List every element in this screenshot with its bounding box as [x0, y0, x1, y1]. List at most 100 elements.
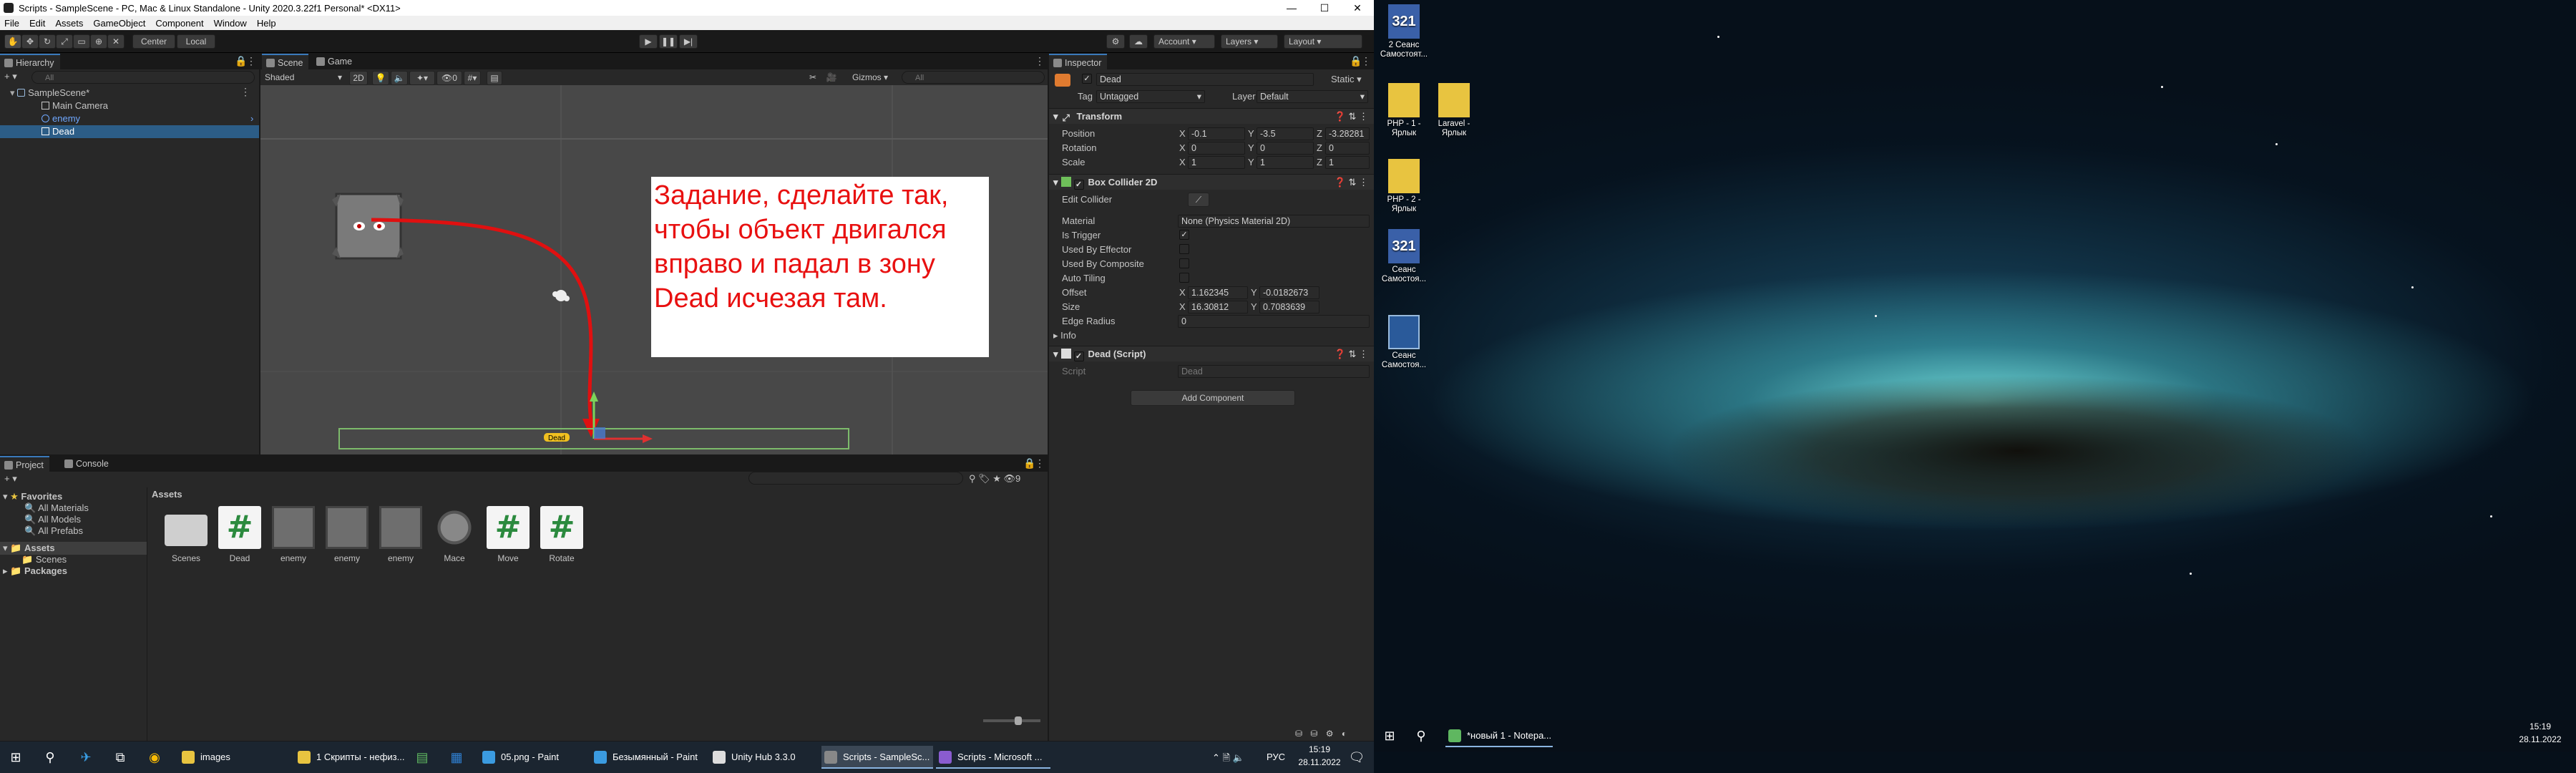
tab-game[interactable]: Game	[312, 54, 358, 69]
editor-status-icons[interactable]: ⛁ ⛁ ⚙ ◐	[1295, 729, 1374, 742]
desktop-icon-laravel[interactable]: Laravel - Ярлык	[1428, 83, 1480, 138]
pivot-center-toggle[interactable]: Center	[132, 34, 175, 49]
windows-start-icon[interactable]: ⊞	[7, 749, 24, 766]
scene-row[interactable]: ▾ SampleScene* ⋮	[0, 87, 259, 99]
tree-packages[interactable]: ▸ 📁 Packages	[0, 565, 147, 578]
edge-radius-input[interactable]: 0	[1178, 315, 1370, 328]
play-button[interactable]: ▶	[639, 34, 658, 49]
zoom-slider[interactable]	[983, 716, 1040, 725]
xy-plane-handle[interactable]	[594, 427, 605, 439]
pivot-local-toggle[interactable]: Local	[177, 34, 215, 49]
clock-time-right[interactable]: 15:19	[2512, 721, 2569, 731]
custom-tool-icon[interactable]: ✕	[107, 34, 125, 49]
lighting-toggle-icon[interactable]: 💡	[372, 71, 389, 85]
scale-tool-icon[interactable]: ⤢	[56, 34, 73, 49]
offset-x-input[interactable]: 1.162345	[1188, 286, 1248, 299]
taskbar-item-unity-editor[interactable]: Scripts - SampleSc...	[821, 746, 933, 769]
lock-icon[interactable]: 🔒	[1023, 458, 1035, 470]
expand-arrow-icon[interactable]: ›	[250, 112, 253, 125]
menu-assets[interactable]: Assets	[55, 18, 83, 29]
tree-all-prefabs[interactable]: 🔍 All Prefabs	[0, 525, 147, 538]
taskbar-item-unity-hub[interactable]: Unity Hub 3.3.0	[710, 746, 817, 769]
chrome-icon[interactable]: ◉	[146, 749, 163, 766]
asset-item-enemy[interactable]: enemy	[265, 506, 322, 563]
taskbar-item-paint-05[interactable]: 05.png - Paint	[479, 746, 587, 769]
search-icon[interactable]: ⚲	[42, 749, 59, 766]
taskbar-item-notepad[interactable]: *новый 1 - Notepa...	[1445, 724, 1553, 747]
active-checkbox[interactable]: ✓	[1082, 74, 1092, 84]
edit-collider-button[interactable]: ⟋	[1188, 193, 1209, 207]
scene-menu-icon[interactable]: ⋮	[240, 87, 250, 98]
clock-time[interactable]: 15:19	[1298, 744, 1341, 754]
rotation-x-input[interactable]: 0	[1188, 142, 1245, 155]
lock-icon[interactable]: 🔒	[235, 56, 247, 67]
layers-dropdown[interactable]: Layers ▾	[1221, 34, 1278, 49]
language-indicator[interactable]: РУС	[1267, 752, 1285, 762]
maximize-button[interactable]: ☐	[1308, 0, 1341, 16]
asset-item-script[interactable]: # Rotate	[533, 506, 590, 563]
rotation-y-input[interactable]: 0	[1257, 142, 1314, 155]
desktop-icon-php-1[interactable]: PHP - 1 - Ярлык	[1378, 83, 1430, 138]
shading-dropdown[interactable]: Shaded ▾	[262, 71, 345, 85]
menu-component[interactable]: Component	[155, 18, 203, 29]
used-by-composite-checkbox[interactable]	[1179, 258, 1189, 268]
layout-dropdown[interactable]: Layout ▾	[1284, 34, 1362, 49]
effects-dropdown-icon[interactable]: ✦▾	[409, 71, 435, 85]
layer-dropdown[interactable]: Default ▾	[1257, 90, 1368, 103]
scale-z-input[interactable]: 1	[1325, 156, 1370, 169]
enemy-sprite[interactable]	[332, 193, 404, 260]
rotate-tool-icon[interactable]: ↻	[39, 34, 56, 49]
object-name-input[interactable]: Dead	[1096, 73, 1314, 86]
info-foldout[interactable]: ▸ Info	[1053, 330, 1076, 341]
audio-toggle-icon[interactable]: 🔈	[391, 71, 408, 85]
hierarchy-search-input[interactable]: All	[31, 71, 255, 84]
desktop-icon-seans-3[interactable]: Сеанс Самостоя...	[1378, 315, 1430, 370]
position-z-input[interactable]: -3.28281	[1325, 127, 1370, 140]
create-dropdown[interactable]: + ▾	[4, 71, 17, 82]
taskbar-item-paint-untitled[interactable]: Безымянный - Paint	[591, 746, 706, 769]
asset-item-folder[interactable]: Scenes	[157, 506, 215, 563]
static-toggle[interactable]: Static ▾	[1331, 74, 1362, 85]
tag-dropdown[interactable]: Untagged ▾	[1096, 90, 1205, 103]
material-field[interactable]: None (Physics Material 2D)	[1178, 215, 1370, 228]
add-component-button[interactable]: Add Component	[1131, 390, 1295, 406]
asset-item-enemy[interactable]: enemy	[318, 506, 376, 563]
asset-item-enemy[interactable]: enemy	[372, 506, 429, 563]
component-menu-icons[interactable]: ❓ ⇅ ⋮	[1335, 346, 1368, 362]
hierarchy-item-dead[interactable]: Dead	[0, 125, 259, 138]
search-icon[interactable]: ⚲	[1413, 727, 1430, 744]
taskview-icon[interactable]: ⧉	[112, 749, 129, 766]
project-create-dropdown[interactable]: + ▾	[4, 473, 17, 485]
menu-file[interactable]: File	[4, 18, 19, 29]
tray-icons[interactable]: ⌃ 🗎 🔈	[1212, 752, 1244, 767]
draw-mode-icon[interactable]: ▤	[487, 71, 502, 85]
gizmos-dropdown[interactable]: Gizmos ▾	[841, 71, 899, 85]
position-x-input[interactable]: -0.1	[1188, 127, 1245, 140]
scene-menu-icon[interactable]: ⋮	[1035, 56, 1045, 67]
auto-tiling-checkbox[interactable]	[1179, 273, 1189, 283]
cloud-icon[interactable]: ☁	[1129, 34, 1148, 49]
minimize-button[interactable]: —	[1275, 0, 1308, 16]
collider-enabled-checkbox[interactable]: ✓	[1073, 180, 1084, 190]
hierarchy-item-main-camera[interactable]: Main Camera	[0, 99, 259, 112]
script-enabled-checkbox[interactable]: ✓	[1073, 351, 1084, 361]
asset-item-script[interactable]: # Dead	[211, 506, 268, 563]
project-search-input[interactable]	[748, 472, 963, 485]
menu-window[interactable]: Window	[214, 18, 247, 29]
tools-icon[interactable]: ✂	[804, 71, 821, 85]
scale-y-input[interactable]: 1	[1257, 156, 1314, 169]
zoom-slider-handle[interactable]	[1015, 716, 1022, 725]
collab-icon[interactable]: ⚙	[1106, 34, 1125, 49]
tab-project[interactable]: Project	[0, 456, 49, 472]
desktop-icon-seans-2[interactable]: 321 Сеанс Самостоя...	[1378, 229, 1430, 284]
hierarchy-item-enemy[interactable]: enemy ›	[0, 112, 259, 125]
hierarchy-menu-icon[interactable]: ⋮	[246, 56, 256, 67]
telegram-icon[interactable]: ✈	[77, 749, 94, 766]
lock-icon[interactable]: 🔒	[1350, 56, 1362, 67]
taskbar-item-visual-studio[interactable]: Scripts - Microsoft ...	[936, 746, 1050, 769]
pause-button[interactable]: ❚❚	[659, 34, 678, 49]
used-by-effector-checkbox[interactable]	[1179, 244, 1189, 254]
clock-date-right[interactable]: 28.11.2022	[2512, 734, 2569, 744]
step-button[interactable]: ▶|	[679, 34, 698, 49]
menu-gameobject[interactable]: GameObject	[93, 18, 145, 29]
